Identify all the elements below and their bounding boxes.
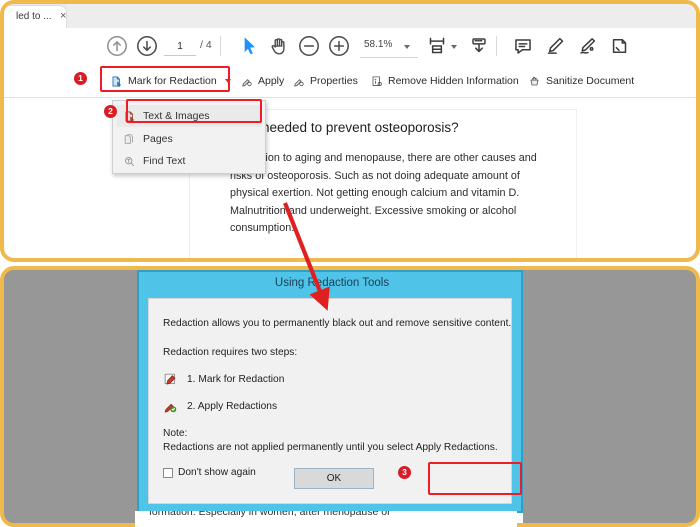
document-paragraph: In addition to aging and menopause, ther… [230, 152, 537, 234]
chevron-down-icon[interactable] [451, 45, 457, 49]
highlighter-icon[interactable] [542, 33, 568, 59]
menu-item-text-images[interactable]: Text & Images [117, 105, 261, 127]
remove-hidden-information-label: Remove Hidden Information [388, 75, 519, 87]
document-tab-label: led to ... [16, 11, 52, 22]
toolbar-divider [220, 36, 221, 56]
chevron-down-icon[interactable] [404, 45, 410, 49]
menu-item-find-text[interactable]: Find Text [117, 150, 261, 172]
dialog-step-2: 2. Apply Redactions [163, 399, 277, 414]
document-bottom-caption-strip: formation. Especially in women, after me… [135, 511, 517, 527]
mark-for-redaction-button[interactable]: Mark for Redaction [110, 69, 231, 93]
dialog-step-2-label: 2. Apply Redactions [187, 401, 278, 412]
dialog-note-text: Redactions are not applied permanently u… [163, 442, 498, 453]
checkbox-box[interactable] [163, 467, 173, 478]
document-tab[interactable]: led to ... × [4, 6, 66, 28]
stamp-icon[interactable] [606, 33, 632, 59]
dialog-step-1: 1. Mark for Redaction [163, 372, 284, 387]
properties-label: Properties [310, 75, 358, 87]
screenshot-stage: led to ... × 1 / 4 58.1% Mark for Redact… [0, 0, 700, 527]
step-badge-1: 1 [74, 72, 87, 85]
menu-item-text-images-label: Text & Images [143, 110, 210, 122]
arrow-down-circle-icon[interactable] [134, 33, 160, 59]
toolbar-divider [496, 36, 497, 56]
zoom-underline [360, 57, 418, 58]
page-count-label: / 4 [200, 39, 212, 51]
download-icon[interactable] [466, 33, 492, 59]
dont-show-again-checkbox[interactable]: Don't show again [163, 467, 256, 478]
mark-for-redaction-label: Mark for Redaction [128, 75, 217, 87]
arrow-up-circle-icon[interactable] [104, 33, 130, 59]
tab-strip-empty-area [66, 4, 696, 28]
dialog-ok-button[interactable]: OK [294, 468, 374, 489]
step-badge-3: 3 [398, 466, 411, 479]
chevron-down-icon[interactable] [224, 79, 231, 83]
document-bottom-caption: formation. Especially in women, after me… [149, 511, 391, 518]
pdf-reader-chrome: led to ... × 1 / 4 58.1% Mark for Redact… [4, 4, 696, 258]
remove-hidden-information-button[interactable]: Remove Hidden Information [370, 69, 519, 93]
page-number-input[interactable]: 1 [164, 38, 196, 56]
hand-icon[interactable] [266, 33, 292, 59]
close-icon[interactable]: × [60, 10, 66, 22]
menu-item-pages[interactable]: Pages [117, 128, 261, 150]
redaction-ribbon: Mark for Redaction Apply Properties Remo… [4, 65, 696, 98]
menu-item-find-text-label: Find Text [143, 155, 186, 167]
top-panel-frame: led to ... × 1 / 4 58.1% Mark for Redact… [0, 0, 700, 262]
sanitize-document-button[interactable]: Sanitize Document [528, 69, 634, 93]
properties-button[interactable]: Properties [292, 69, 358, 93]
comment-icon[interactable] [510, 33, 536, 59]
fit-page-icon[interactable] [424, 33, 450, 59]
sign-icon[interactable] [574, 33, 600, 59]
dialog-intro-text: Redaction allows you to permanently blac… [163, 318, 512, 329]
sanitize-document-label: Sanitize Document [546, 75, 635, 87]
plus-circle-icon[interactable] [326, 33, 352, 59]
minus-circle-icon[interactable] [296, 33, 322, 59]
dont-show-again-label: Don't show again [178, 467, 256, 478]
step-badge-2: 2 [104, 105, 117, 118]
dialog-title: Using Redaction Tools [274, 277, 390, 289]
tab-strip: led to ... × [4, 4, 696, 28]
dialog-ok-label: OK [326, 473, 342, 484]
mark-for-redaction-dropdown: Text & Images Pages Find Text [112, 100, 266, 174]
main-toolbar: 1 / 4 58.1% [4, 28, 696, 65]
dialog-step-1-label: 1. Mark for Redaction [187, 374, 285, 385]
dialog-note-label: Note: [163, 428, 188, 439]
zoom-level-value[interactable]: 58.1% [364, 39, 392, 50]
cursor-arrow-icon[interactable] [236, 33, 262, 59]
dialog-requires-text: Redaction requires two steps: [163, 347, 298, 358]
apply-label: Apply [258, 75, 285, 87]
menu-item-pages-label: Pages [143, 133, 173, 145]
apply-button[interactable]: Apply [240, 69, 284, 93]
